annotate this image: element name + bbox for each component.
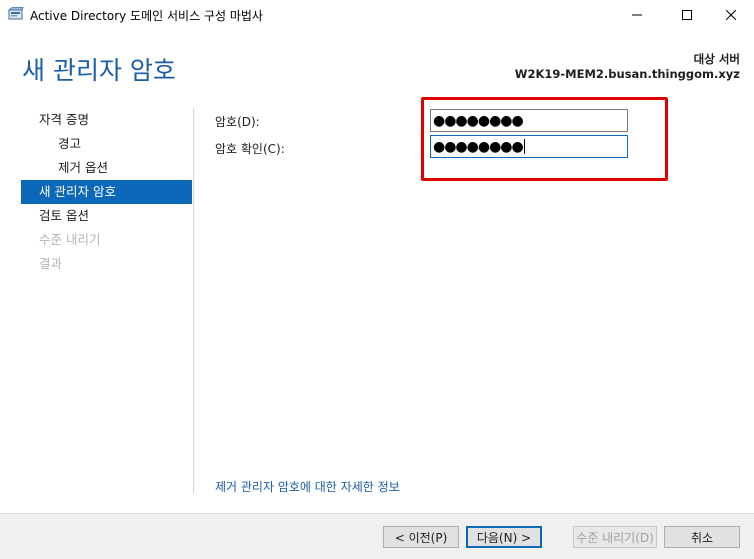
demote-button: 수준 내리기(D) — [573, 526, 657, 548]
nav-item-removal-options[interactable]: 제거 옵션 — [21, 156, 192, 180]
close-button[interactable] — [708, 0, 754, 30]
confirm-password-label: 암호 확인(C): — [215, 142, 285, 156]
nav-item-review-options[interactable]: 검토 옵션 — [21, 204, 192, 228]
window-title: Active Directory 도메인 서비스 구성 마법사 — [30, 9, 263, 23]
target-server-label: 대상 서버 — [693, 52, 740, 66]
wizard-content: 새 관리자 암호 대상 서버 W2K19-MEM2.busan.thinggom… — [0, 30, 754, 513]
nav-item-credentials[interactable]: 자격 증명 — [21, 108, 192, 132]
more-info-link[interactable]: 제거 관리자 암호에 대한 자세한 정보 — [215, 478, 400, 495]
nav-item-new-admin-password[interactable]: 새 관리자 암호 — [21, 180, 192, 204]
title-bar: Active Directory 도메인 서비스 구성 마법사 — [0, 0, 754, 30]
target-server-name: W2K19-MEM2.busan.thinggom.xyz — [514, 67, 740, 81]
wizard-steps-nav: 자격 증명 경고 제거 옵션 새 관리자 암호 검토 옵션 수준 내리기 결과 — [21, 108, 192, 276]
nav-divider — [193, 108, 194, 493]
password-label: 암호(D): — [215, 115, 260, 129]
nav-item-results: 결과 — [39, 256, 63, 271]
maximize-button[interactable] — [664, 0, 710, 30]
ad-server-icon — [7, 7, 24, 21]
nav-item-warnings[interactable]: 경고 — [21, 132, 192, 156]
page-title: 새 관리자 암호 — [22, 56, 176, 85]
cancel-button[interactable]: 취소 — [664, 526, 740, 548]
nav-item-demotion: 수준 내리기 — [39, 232, 101, 247]
button-bar: < 이전(P) 다음(N) > 수준 내리기(D) 취소 — [0, 513, 754, 559]
red-highlight-box — [421, 97, 668, 181]
previous-button[interactable]: < 이전(P) — [383, 526, 459, 548]
next-button[interactable]: 다음(N) > — [466, 526, 542, 548]
minimize-button[interactable] — [614, 0, 660, 30]
